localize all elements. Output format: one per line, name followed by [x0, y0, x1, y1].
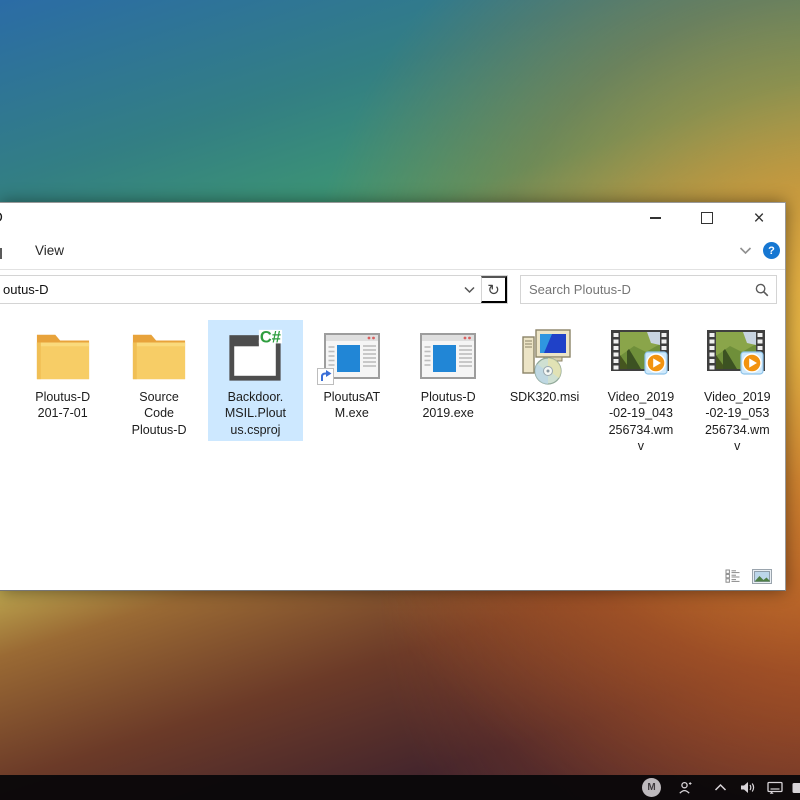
details-view-icon: [725, 569, 741, 583]
people-icon[interactable]: [678, 780, 693, 795]
address-bar[interactable]: ↻: [0, 275, 508, 304]
hidden-icons-chevron-up-icon[interactable]: [714, 783, 727, 792]
installer-icon: [515, 325, 575, 385]
file-list-area[interactable]: C#: [0, 310, 785, 562]
thumbnails-view-icon: [752, 569, 772, 584]
search-box[interactable]: [520, 275, 777, 304]
svg-text:C#: C#: [260, 328, 281, 346]
address-input[interactable]: [0, 282, 457, 297]
volume-icon[interactable]: [740, 781, 756, 794]
close-icon: ×: [753, 209, 764, 228]
clipped-tray-icon[interactable]: [792, 782, 800, 794]
minimize-button[interactable]: [629, 203, 681, 233]
touch-keyboard-icon[interactable]: [767, 781, 783, 794]
file-tile[interactable]: C#: [690, 320, 785, 457]
tab-view[interactable]: View: [35, 243, 64, 258]
file-label: SDK320.msi: [510, 389, 579, 405]
taskbar[interactable]: M: [0, 775, 800, 800]
file-label: Ploutus-D 201-7-01: [35, 389, 90, 422]
csharp-project-icon: C#: [224, 326, 286, 384]
folder-icon: [128, 327, 190, 383]
search-input[interactable]: [521, 281, 748, 298]
file-tile[interactable]: C#: [208, 320, 303, 441]
explorer-window: D × View ? ↻: [0, 202, 786, 591]
file-tile[interactable]: C#: [497, 320, 592, 408]
file-label: Ploutus-D 2019.exe: [421, 389, 476, 422]
file-label: Video_2019 -02-19_053 256734.wm v: [704, 389, 771, 454]
shortcut-arrow-icon: [317, 368, 334, 385]
ribbon-right-controls: ?: [739, 242, 780, 259]
application-icon: [416, 327, 480, 383]
system-tray: M: [642, 775, 800, 800]
window-controls: ×: [629, 203, 785, 233]
folder-icon: [32, 327, 94, 383]
thumbnails-view-button[interactable]: [751, 566, 773, 586]
close-button[interactable]: ×: [733, 203, 785, 233]
file-label: PloutusAT M.exe: [323, 389, 380, 422]
titlebar[interactable]: D ×: [0, 203, 785, 235]
file-label: Source Code Ploutus-D: [132, 389, 187, 438]
status-bar: [0, 562, 785, 590]
magnifier-icon[interactable]: [748, 283, 776, 297]
maximize-button[interactable]: [681, 203, 733, 233]
file-tile[interactable]: C#: [304, 320, 399, 425]
user-avatar[interactable]: M: [642, 778, 661, 797]
file-tile[interactable]: C#: [15, 320, 110, 425]
refresh-button[interactable]: ↻: [481, 276, 507, 303]
help-icon[interactable]: ?: [763, 242, 780, 259]
file-grid: C#: [0, 310, 785, 457]
file-tile[interactable]: C#: [401, 320, 496, 425]
navigation-toolbar: ↻: [0, 270, 785, 310]
minimize-icon: [650, 217, 661, 219]
file-label: Video_2019 -02-19_043 256734.wm v: [608, 389, 675, 454]
maximize-icon: [701, 212, 713, 224]
file-tile[interactable]: C#: [111, 320, 206, 441]
ribbon-tabs-bar: View ?: [0, 235, 785, 270]
video-icon: [609, 327, 673, 383]
ribbon-collapse-chevron-down-icon[interactable]: [739, 246, 752, 255]
refresh-icon: ↻: [487, 281, 500, 299]
file-tile[interactable]: C#: [593, 320, 688, 457]
file-label: Backdoor. MSIL.Plout us.csproj: [225, 389, 286, 438]
address-dropdown-chevron-down-icon[interactable]: [457, 276, 481, 303]
details-view-button[interactable]: [722, 566, 744, 586]
video-icon: [705, 327, 769, 383]
clipped-ribbon-tab: [0, 248, 2, 259]
window-title-partial: D: [0, 209, 5, 227]
